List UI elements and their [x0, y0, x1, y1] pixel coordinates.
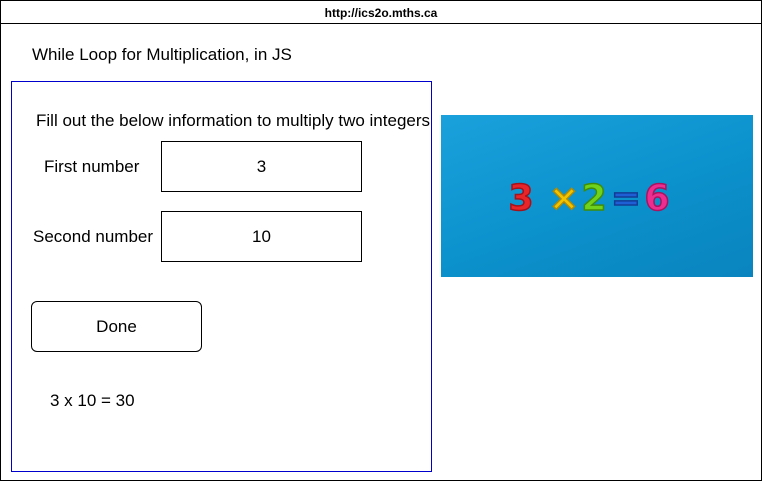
- instructions-text: Fill out the below information to multip…: [36, 111, 431, 130]
- equation-graphic: 3 × 2 = 6: [508, 177, 671, 220]
- second-number-input[interactable]: [161, 211, 362, 262]
- second-number-label: Second number: [33, 227, 154, 246]
- address-bar[interactable]: http://ics2o.mths.ca: [1, 1, 761, 24]
- multiplication-image: 3 × 2 = 6: [441, 115, 753, 277]
- browser-window: http://ics2o.mths.ca While Loop for Mult…: [0, 0, 762, 481]
- digit-two: 2: [581, 178, 606, 219]
- first-number-label: First number: [44, 157, 140, 176]
- done-button[interactable]: Done: [31, 301, 202, 352]
- form-panel: Fill out the below information to multip…: [11, 81, 432, 472]
- times-sign: ×: [549, 178, 579, 219]
- page-title: While Loop for Multiplication, in JS: [32, 45, 292, 64]
- result-text: 3 x 10 = 30: [50, 391, 135, 410]
- first-number-input[interactable]: [161, 141, 362, 192]
- digit-six: 6: [644, 178, 669, 219]
- equals-sign: =: [611, 178, 641, 219]
- digit-three: 3: [508, 178, 533, 219]
